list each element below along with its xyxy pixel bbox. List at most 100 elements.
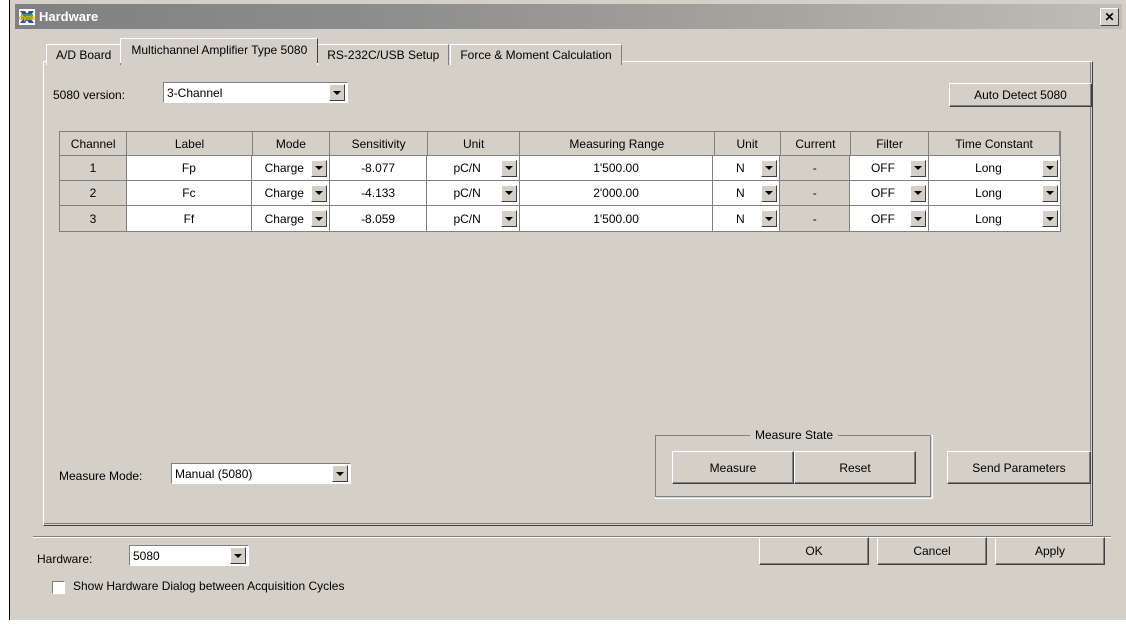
chevron-down-icon[interactable]	[500, 159, 517, 177]
cell-mode-combo[interactable]: Charge	[251, 156, 330, 180]
hardware-combo[interactable]: 5080	[129, 545, 249, 566]
version-combo-value: 3-Channel	[167, 85, 223, 100]
chevron-down-icon[interactable]	[310, 159, 327, 177]
cell-measuring-range-input[interactable]: 1'500.00	[519, 206, 714, 231]
cell-mode-combo[interactable]: Charge	[251, 206, 330, 231]
send-parameters-button[interactable]: Send Parameters	[947, 451, 1091, 484]
cell-measuring-range-input[interactable]: 2'000.00	[519, 181, 714, 205]
chevron-down-icon[interactable]	[329, 84, 345, 101]
cell-range-unit-value: N	[736, 186, 745, 200]
cell-label-input[interactable]: Fc	[126, 181, 252, 205]
dyna-logo-icon: dyna	[19, 8, 35, 25]
close-icon[interactable]: ✕	[1100, 7, 1119, 26]
hardware-combo-value: 5080	[133, 548, 160, 563]
window-title: Hardware	[39, 9, 99, 24]
chevron-down-icon[interactable]	[500, 210, 517, 227]
chevron-down-icon[interactable]	[909, 184, 926, 202]
cell-current: -	[780, 156, 851, 180]
cell-sens-unit-value: pC/N	[453, 161, 481, 175]
cell-measuring-range-input[interactable]: 1'500.00	[519, 156, 714, 180]
cell-range-unit-combo[interactable]: N	[713, 156, 781, 180]
cell-time-constant-combo[interactable]: Long	[928, 181, 1060, 205]
cell-sensitivity-input[interactable]: -8.077	[329, 156, 428, 180]
chevron-down-icon[interactable]	[310, 210, 327, 227]
cell-range-unit-combo[interactable]: N	[713, 206, 781, 231]
measure-mode-label: Measure Mode:	[59, 469, 143, 483]
cell-sens-unit-combo[interactable]: pC/N	[427, 206, 520, 231]
cell-filter-combo[interactable]: OFF	[850, 206, 929, 231]
channel-settings-table: Channel Label Mode Sensitivity Unit Meas…	[59, 131, 1061, 232]
cell-time-constant-combo[interactable]: Long	[928, 156, 1060, 180]
title-bar[interactable]: dyna Hardware ✕	[15, 4, 1122, 29]
column-header-mode: Mode	[252, 132, 331, 155]
chevron-down-icon[interactable]	[909, 210, 926, 227]
show-hardware-dialog-checkbox[interactable]	[52, 581, 65, 594]
version-label: 5080 version:	[53, 88, 126, 102]
chevron-down-icon[interactable]	[230, 547, 246, 564]
send-parameters-label: Send Parameters	[972, 460, 1066, 475]
chevron-down-icon[interactable]	[761, 159, 778, 177]
reset-button-label: Reset	[839, 460, 871, 475]
cell-time-constant-combo[interactable]: Long	[928, 206, 1060, 231]
cell-filter-combo[interactable]: OFF	[850, 156, 929, 180]
cell-label-input[interactable]: Fp	[126, 156, 252, 180]
cancel-button[interactable]: Cancel	[877, 537, 987, 565]
column-header-measuring-range: Measuring Range	[520, 132, 715, 155]
table-row[interactable]: 1 Fp Charge -8.077 pC/N 1'500.00 N - OFF…	[60, 156, 1060, 181]
tab-force-moment-calculation[interactable]: Force & Moment Calculation	[450, 44, 622, 65]
apply-button[interactable]: Apply	[995, 537, 1105, 565]
cell-filter-combo[interactable]: OFF	[850, 181, 929, 205]
column-header-current: Current	[780, 132, 851, 155]
cell-time-constant-value: Long	[975, 161, 1002, 175]
ok-button[interactable]: OK	[759, 537, 869, 565]
chevron-down-icon[interactable]	[1042, 159, 1058, 177]
chevron-down-icon[interactable]	[909, 159, 926, 177]
cell-channel: 1	[60, 156, 127, 180]
chevron-down-icon[interactable]	[310, 184, 327, 202]
cell-range-unit-combo[interactable]: N	[713, 181, 781, 205]
column-header-unit-sensitivity: Unit	[428, 132, 521, 155]
cell-label-input[interactable]: Ff	[126, 206, 252, 231]
cell-sensitivity-input[interactable]: -8.059	[329, 206, 428, 231]
measure-button-label: Measure	[709, 460, 757, 475]
auto-detect-5080-button[interactable]: Auto Detect 5080	[949, 83, 1092, 107]
column-header-unit-range: Unit	[714, 132, 781, 155]
chevron-down-icon[interactable]	[1042, 184, 1058, 202]
chevron-down-icon[interactable]	[1042, 210, 1058, 227]
cell-channel: 3	[60, 206, 127, 231]
measure-button[interactable]: Measure	[672, 451, 794, 484]
table-row[interactable]: 3 Ff Charge -8.059 pC/N 1'500.00 N - OFF…	[60, 206, 1060, 231]
tab-rs232c-usb-setup[interactable]: RS-232C/USB Setup	[317, 44, 450, 65]
cell-current: -	[780, 206, 851, 231]
cell-mode-combo[interactable]: Charge	[251, 181, 330, 205]
chevron-down-icon[interactable]	[332, 465, 348, 482]
table-header-row: Channel Label Mode Sensitivity Unit Meas…	[60, 132, 1060, 156]
measure-mode-value: Manual (5080)	[175, 466, 253, 481]
cancel-button-label: Cancel	[913, 544, 951, 558]
cell-filter-value: OFF	[870, 161, 895, 175]
dialog-frame: dyna Hardware ✕ A/D Board Multichannel A…	[10, 0, 1126, 620]
tab-ad-board[interactable]: A/D Board	[46, 44, 122, 65]
cell-sensitivity-input[interactable]: -4.133	[329, 181, 428, 205]
show-hardware-dialog-label: Show Hardware Dialog between Acquisition…	[73, 579, 345, 593]
auto-detect-5080-label: Auto Detect 5080	[974, 88, 1067, 102]
measure-state-title: Measure State	[749, 428, 839, 442]
cell-mode-value: Charge	[264, 161, 304, 175]
table-row[interactable]: 2 Fc Charge -4.133 pC/N 2'000.00 N - OFF…	[60, 181, 1060, 206]
tab-multichannel-amplifier-5080[interactable]: Multichannel Amplifier Type 5080	[120, 38, 319, 63]
column-header-channel: Channel	[60, 132, 128, 155]
cell-mode-value: Charge	[264, 186, 304, 200]
version-combo[interactable]: 3-Channel	[163, 82, 348, 103]
chevron-down-icon[interactable]	[761, 210, 778, 227]
reset-button[interactable]: Reset	[794, 451, 916, 484]
cell-sens-unit-combo[interactable]: pC/N	[427, 156, 520, 180]
cell-filter-value: OFF	[870, 186, 895, 200]
cell-sens-unit-value: pC/N	[453, 186, 481, 200]
cell-sens-unit-combo[interactable]: pC/N	[427, 181, 520, 205]
measure-mode-combo[interactable]: Manual (5080)	[171, 463, 351, 484]
chevron-down-icon[interactable]	[761, 184, 778, 202]
cell-time-constant-value: Long	[975, 186, 1002, 200]
chevron-down-icon[interactable]	[500, 184, 517, 202]
hardware-dialog-window: dyna Hardware ✕ A/D Board Multichannel A…	[0, 0, 1126, 627]
cell-channel: 2	[60, 181, 127, 205]
